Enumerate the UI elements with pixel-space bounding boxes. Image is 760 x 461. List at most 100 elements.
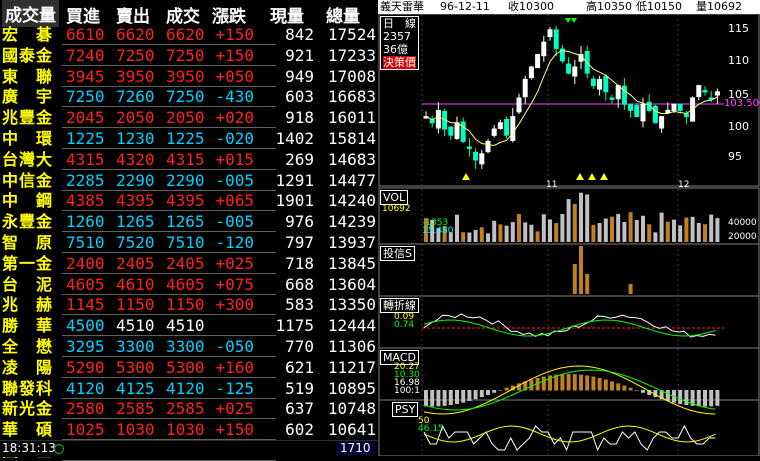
candle-body [466, 146, 472, 149]
stock-name: 永豐金 [2, 212, 54, 232]
volume-bar [455, 214, 459, 242]
macd-bar [579, 374, 583, 391]
trust-bar [572, 264, 577, 294]
bid-price: 4500 [66, 316, 105, 336]
macd-bar [703, 390, 707, 407]
turn-value-2: 0.74 [394, 320, 415, 330]
period-panel[interactable]: 日 線 2357 36億 決策價 [380, 16, 419, 70]
quote-board: 成交量 買進 賣出 成交 漲跌 現量 總量 宏 碁 6610 6620 6620 +15… [0, 0, 378, 461]
bid-price: 3945 [66, 66, 105, 86]
current-volume: 1291 [275, 170, 314, 190]
ask-price: 1230 [116, 129, 155, 148]
volume-bar [647, 224, 652, 242]
bid-price: 6610 [66, 25, 105, 44]
quote-row[interactable]: 永豐金 1260 1265 1265 -005 976 14239 [0, 211, 378, 232]
macd-bar [448, 390, 453, 406]
quote-row[interactable]: 智 原 7510 7520 7510 -120 797 13937 [0, 232, 378, 253]
quote-row[interactable]: 廣 宇 7250 7260 7250 -430 603 16683 [0, 86, 378, 107]
macd-bar [473, 390, 478, 400]
stock-name: 東 聯 [2, 66, 54, 86]
macd-bar [467, 390, 472, 401]
stock-name: 宏 碁 [2, 25, 54, 44]
quote-row[interactable]: 中 鋼 4385 4395 4395 +065 1901 14240 [0, 190, 378, 211]
ask-price: 7520 [116, 233, 155, 252]
panel-frame [378, 295, 760, 349]
macd-bar [610, 381, 614, 391]
signal-up-marker [576, 173, 584, 180]
volume-bar [616, 213, 621, 242]
candle-body [603, 75, 609, 93]
quote-row[interactable]: 凌 陽 5290 5300 5300 +160 621 11217 [0, 357, 378, 378]
chart-window[interactable]: 義天雷華 96-12-11 收10300 高10350 低10150 量1069… [378, 0, 760, 456]
volume-bar [603, 218, 608, 242]
candle-body [590, 78, 596, 87]
quote-row[interactable]: 宏 碁 6610 6620 6620 +150 842 17524 [0, 24, 378, 45]
header-sort-volume[interactable]: 成交量 [2, 0, 59, 27]
volume-bar [610, 216, 614, 242]
quote-row[interactable]: 中 環 1225 1230 1225 -020 1402 15814 [0, 128, 378, 149]
macd-bar [566, 374, 571, 391]
quote-row[interactable]: 兆豐金 2045 2050 2050 +020 918 16011 [0, 107, 378, 128]
volume-bar [715, 218, 720, 242]
total-volume: 15814 [327, 129, 376, 148]
turn-panel-label[interactable]: 轉折線 [380, 298, 419, 313]
quote-row[interactable]: 勝 華 4500 4510 4510 1175 12444 [0, 315, 378, 336]
last-price: 2050 [166, 108, 205, 128]
macd-bar [603, 379, 608, 391]
vol-panel-label[interactable]: VOL [380, 190, 409, 205]
macd-bar [715, 390, 720, 406]
total-volume: 11306 [327, 337, 376, 356]
quote-row[interactable]: 第一金 2400 2405 2405 +025 718 13845 [0, 253, 378, 274]
quote-row[interactable]: 兆 赫 1145 1150 1150 +300 583 13350 [0, 294, 378, 315]
quote-row[interactable]: 東 聯 3945 3950 3950 +050 949 17008 [0, 66, 378, 87]
clock: 18:31:13 [2, 441, 56, 455]
decision-price-button[interactable]: 決策價 [383, 56, 416, 69]
bid-price: 3295 [66, 337, 105, 356]
volume-bar [473, 229, 478, 242]
stock-name: 智 原 [2, 233, 54, 252]
price-change: +150 [215, 420, 254, 440]
chart-topbar: 義天雷華 96-12-11 收10300 高10350 低10150 量1069… [378, 0, 760, 14]
trust-panel-label[interactable]: 投信S [380, 246, 415, 261]
quote-row[interactable]: 華 碩 1025 1030 1030 +150 602 10641 [0, 419, 378, 440]
macd-bar [504, 387, 509, 391]
stock-name: 新光金 [2, 399, 54, 419]
last-price: 4315 [166, 149, 205, 169]
signal-up-marker [462, 173, 470, 180]
total-volume: 11217 [327, 357, 376, 377]
y-tick-100: 100 [728, 120, 749, 133]
psy-line-1 [423, 424, 716, 452]
candle-body [696, 85, 702, 97]
quote-row[interactable]: 台 泥 4605 4610 4605 +075 668 13604 [0, 274, 378, 295]
volume-bar [690, 216, 695, 242]
bid-price: 7250 [66, 87, 105, 107]
current-volume: 637 [285, 399, 314, 419]
volume-bar [703, 224, 707, 242]
total-volume: 16011 [327, 108, 376, 128]
macd-bar [436, 390, 441, 407]
candle-body [553, 29, 559, 49]
macd-bar [665, 390, 670, 401]
stock-name: 台 泥 [2, 274, 54, 294]
ask-price: 7250 [116, 45, 155, 65]
quote-row[interactable]: 全 懋 3295 3300 3300 -050 770 11306 [0, 336, 378, 357]
stock-name: 中 鋼 [2, 191, 54, 211]
connection-icon [54, 444, 64, 454]
current-volume: 1901 [275, 191, 314, 211]
current-volume: 621 [285, 357, 314, 377]
quote-row[interactable]: 新光金 2580 2585 2585 +025 637 10748 [0, 398, 378, 419]
total-volume: 10748 [327, 399, 376, 419]
candle-body [473, 151, 479, 161]
quote-row[interactable]: 中信金 2285 2290 2290 -005 1291 14477 [0, 170, 378, 191]
volume-bar [672, 219, 676, 242]
ask-price: 7260 [116, 87, 155, 107]
volume-bar [653, 232, 658, 242]
vol-tick-20000: 20000 [728, 232, 757, 242]
quote-row[interactable]: 聯發科 4120 4125 4120 -125 519 10895 [0, 378, 378, 399]
macd-bar [628, 387, 633, 391]
quote-row[interactable]: 台灣大 4315 4320 4315 +015 269 14683 [0, 149, 378, 170]
volume-bar [597, 223, 602, 242]
psy-panel-label[interactable]: PSY [392, 402, 419, 417]
bid-price: 1225 [66, 129, 105, 148]
quote-row[interactable]: 國泰金 7240 7250 7250 +150 921 17233 [0, 45, 378, 66]
